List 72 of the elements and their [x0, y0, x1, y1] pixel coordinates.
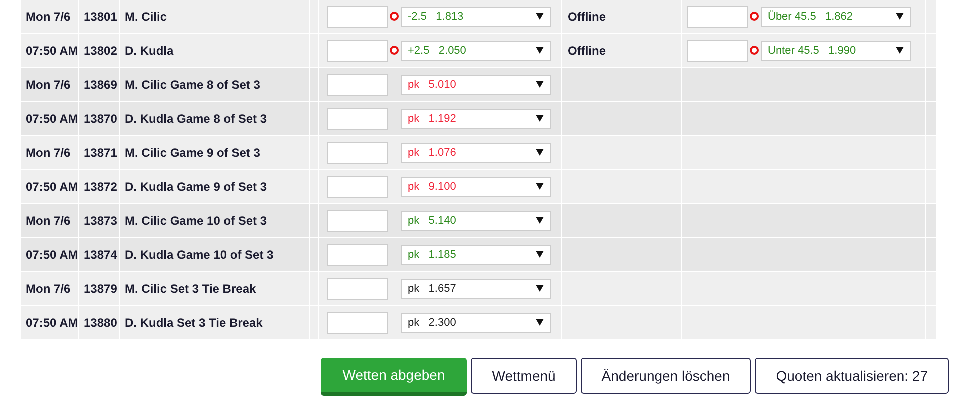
name-cell: M. Cilic Set 3 Tie Break: [120, 272, 310, 306]
caret-icon: [536, 319, 544, 326]
stake-input[interactable]: [327, 210, 388, 232]
odds-dropdown[interactable]: pk 5.010: [401, 74, 551, 94]
id-cell: 13880: [79, 306, 120, 340]
odds-dropdown[interactable]: Über 45.5 1.862: [761, 6, 911, 26]
date-cell: Mon 7/6: [21, 136, 79, 170]
odds-dropdown[interactable]: pk 1.657: [401, 278, 551, 298]
status-label: Offline: [568, 10, 606, 24]
stake-input[interactable]: [327, 312, 388, 334]
date-cell: Mon 7/6: [21, 68, 79, 102]
stake-input[interactable]: [327, 108, 388, 130]
name-cell: M. Cilic Game 8 of Set 3: [120, 68, 310, 102]
odds-dropdown[interactable]: -2.5 1.813: [401, 6, 551, 26]
stake-input[interactable]: [327, 40, 388, 62]
stake-input[interactable]: [687, 40, 748, 62]
odds-dropdown[interactable]: Unter 45.5 1.990: [761, 40, 911, 60]
stake-input[interactable]: [327, 74, 388, 96]
date-cell: 07:50 AM: [21, 238, 79, 272]
id-cell: 13869: [79, 68, 120, 102]
id-cell: 13801: [79, 0, 120, 34]
id-cell: 13872: [79, 170, 120, 204]
stake-input[interactable]: [327, 176, 388, 198]
name-cell: D. Kudla Game 10 of Set 3: [120, 238, 310, 272]
name-cell: D. Kudla Game 8 of Set 3: [120, 102, 310, 136]
odds-dropdown[interactable]: pk 5.140: [401, 210, 551, 230]
name-cell: D. Kudla Set 3 Tie Break: [120, 306, 310, 340]
caret-icon: [896, 47, 904, 54]
caret-icon: [536, 149, 544, 156]
caret-icon: [536, 115, 544, 122]
name-cell: M. Cilic Game 9 of Set 3: [120, 136, 310, 170]
action-button[interactable]: Wettmenü: [471, 358, 577, 394]
stake-input[interactable]: [687, 6, 748, 28]
caret-icon: [536, 81, 544, 88]
caret-icon: [896, 13, 904, 20]
stake-input[interactable]: [327, 142, 388, 164]
stake-input[interactable]: [327, 278, 388, 300]
caret-icon: [536, 183, 544, 190]
name-cell: M. Cilic Game 10 of Set 3: [120, 204, 310, 238]
stake-input[interactable]: [327, 244, 388, 266]
id-cell: 13874: [79, 238, 120, 272]
date-cell: Mon 7/6: [21, 0, 79, 34]
caret-icon: [536, 285, 544, 292]
date-cell: 07:50 AM: [21, 306, 79, 340]
caret-icon: [536, 47, 544, 54]
id-cell: 13870: [79, 102, 120, 136]
odds-dropdown[interactable]: pk 2.300: [401, 312, 551, 332]
id-cell: 13873: [79, 204, 120, 238]
submit-button[interactable]: Wetten abgeben: [320, 358, 468, 396]
date-cell: 07:50 AM: [21, 170, 79, 204]
id-cell: 13879: [79, 272, 120, 306]
date-cell: 07:50 AM: [21, 102, 79, 136]
name-cell: D. Kudla: [120, 34, 310, 68]
date-cell: Mon 7/6: [21, 204, 79, 238]
caret-icon: [536, 217, 544, 224]
name-cell: M. Cilic: [120, 0, 310, 34]
action-button[interactable]: Quoten aktualisieren: 27: [755, 358, 949, 394]
odds-dropdown[interactable]: pk 1.192: [401, 108, 551, 128]
date-cell: 07:50 AM: [21, 34, 79, 68]
id-cell: 13802: [79, 34, 120, 68]
name-cell: D. Kudla Game 9 of Set 3: [120, 170, 310, 204]
stake-input[interactable]: [327, 6, 388, 28]
action-button[interactable]: Änderungen löschen: [580, 358, 752, 394]
caret-icon: [536, 13, 544, 20]
odds-dropdown[interactable]: +2.5 2.050: [401, 40, 551, 60]
odds-dropdown[interactable]: pk 9.100: [401, 176, 551, 196]
id-cell: 13871: [79, 136, 120, 170]
caret-icon: [536, 251, 544, 258]
date-cell: Mon 7/6: [21, 272, 79, 306]
odds-dropdown[interactable]: pk 1.185: [401, 244, 551, 264]
status-label: Offline: [568, 44, 606, 58]
odds-dropdown[interactable]: pk 1.076: [401, 142, 551, 162]
